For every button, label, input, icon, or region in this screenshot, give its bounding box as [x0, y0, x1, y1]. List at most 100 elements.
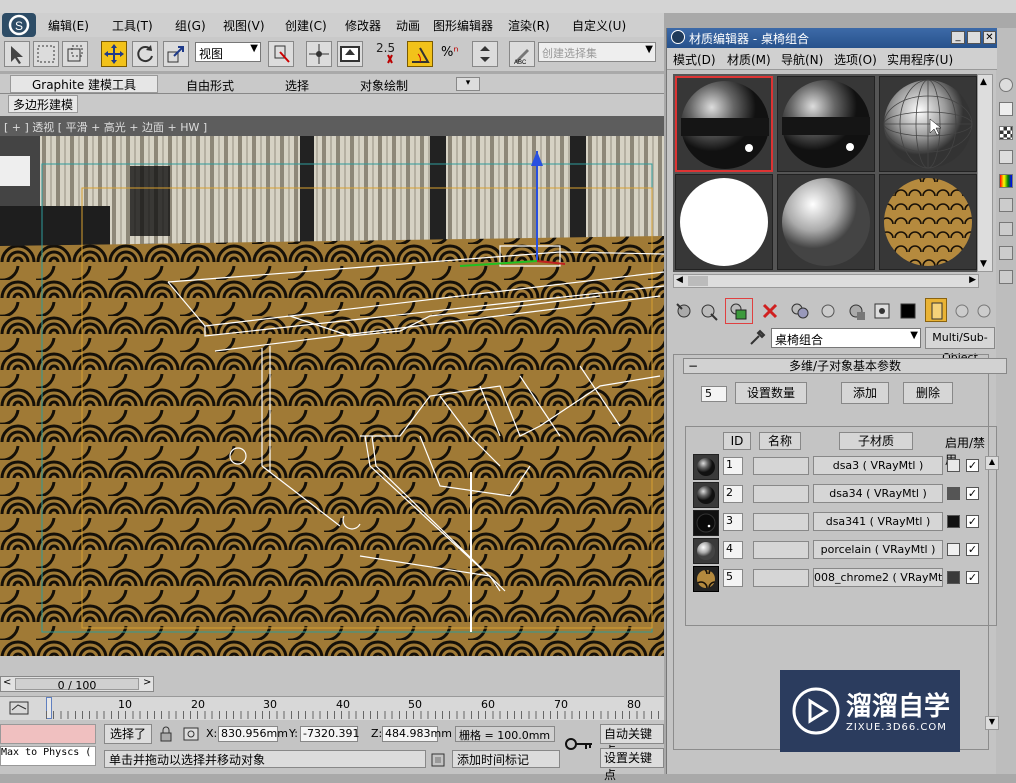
- tab-graphite-modeling[interactable]: Graphite 建模工具: [10, 75, 158, 93]
- time-slider-next-icon[interactable]: >: [143, 677, 151, 688]
- pick-material-eyedropper-icon[interactable]: [747, 328, 767, 348]
- minimize-icon[interactable]: _: [951, 31, 965, 44]
- menu-mode[interactable]: 模式(D): [673, 51, 716, 68]
- sort-by-name-button[interactable]: 名称: [759, 432, 801, 450]
- sample-slot-1[interactable]: [675, 76, 773, 172]
- spinner-snap-icon[interactable]: [472, 41, 498, 67]
- menu-group[interactable]: 组(G): [175, 17, 206, 34]
- submaterial-3-color-swatch[interactable]: [947, 515, 960, 528]
- add-button[interactable]: 添加: [841, 382, 889, 404]
- submaterial-5-id[interactable]: 5: [723, 569, 743, 587]
- sample-slots-vscroll[interactable]: ▲ ▼: [977, 74, 993, 272]
- snaps-toggle[interactable]: 2.5: [374, 39, 402, 67]
- submaterial-2-color-swatch[interactable]: [947, 487, 960, 500]
- pivot-center-icon[interactable]: [268, 41, 294, 67]
- submaterial-1-name-field[interactable]: [753, 457, 809, 475]
- delete-button[interactable]: 删除: [903, 382, 953, 404]
- maxscript-mini-listener-top[interactable]: [0, 724, 96, 744]
- menu-customize[interactable]: 自定义(U): [572, 17, 626, 34]
- submaterial-1-enable-checkbox[interactable]: ✓: [966, 459, 979, 472]
- submaterial-4-id[interactable]: 4: [723, 541, 743, 559]
- material-type-button[interactable]: Multi/Sub-Object: [925, 327, 995, 364]
- rollout-header[interactable]: − 多维/子对象基本参数: [683, 358, 1007, 374]
- submaterial-2-enable-checkbox[interactable]: ✓: [966, 487, 979, 500]
- menu-material[interactable]: 材质(M): [727, 51, 771, 68]
- menu-navigation[interactable]: 导航(N): [781, 51, 823, 68]
- sample-slot-6[interactable]: [879, 174, 977, 270]
- sort-by-id-button[interactable]: ID: [723, 432, 751, 450]
- submaterial-1-preview[interactable]: [693, 454, 719, 480]
- scroll-up-icon[interactable]: ▲: [980, 77, 987, 87]
- menu-create[interactable]: 创建(C): [285, 17, 327, 34]
- window-crossing-icon[interactable]: [62, 41, 88, 67]
- submaterial-3-preview[interactable]: [693, 510, 719, 536]
- close-icon[interactable]: ✕: [983, 31, 996, 44]
- time-slider-thumb[interactable]: 0 / 100: [15, 678, 139, 692]
- video-color-check-icon[interactable]: [999, 174, 1013, 188]
- sample-slot-5[interactable]: [777, 174, 875, 270]
- menu-tools[interactable]: 工具(T): [112, 17, 153, 34]
- sample-slots-hscroll[interactable]: ◀ ▶: [673, 274, 979, 288]
- submaterial-2-id[interactable]: 2: [723, 485, 743, 503]
- rotate-icon[interactable]: [132, 41, 158, 67]
- named-selection-edit-icon[interactable]: ABC: [509, 41, 535, 67]
- select-object-icon[interactable]: [4, 41, 30, 67]
- scroll-right-icon[interactable]: ▶: [969, 275, 976, 285]
- rect-select-icon[interactable]: [33, 41, 59, 67]
- angle-snap-icon[interactable]: [407, 41, 433, 67]
- perspective-viewport[interactable]: [0, 136, 664, 656]
- submaterial-1-id[interactable]: 1: [723, 457, 743, 475]
- tab-polygon-modeling[interactable]: 多边形建模: [8, 95, 78, 113]
- material-name-dropdown[interactable]: 桌椅组合 ▼: [771, 328, 921, 348]
- menu-graph-editors[interactable]: 图形编辑器: [433, 17, 493, 34]
- app-logo-icon[interactable]: S: [2, 13, 36, 37]
- select-move-icon[interactable]: [101, 41, 127, 67]
- set-number-button[interactable]: 设置数量: [735, 382, 807, 404]
- scroll-left-icon[interactable]: ◀: [676, 275, 683, 285]
- menu-options[interactable]: 选项(O): [834, 51, 877, 68]
- submaterial-4-preview[interactable]: [693, 538, 719, 564]
- submaterial-3-button[interactable]: dsa341 ( VRayMtl ): [813, 512, 943, 531]
- show-map-in-viewport-icon[interactable]: [897, 300, 919, 322]
- set-key-button[interactable]: 设置关键点: [600, 748, 664, 782]
- submaterial-list-scroll-up-icon[interactable]: ▲: [985, 456, 999, 470]
- tab-freeform[interactable]: 自由形式: [186, 77, 234, 94]
- sample-slot-3[interactable]: [879, 76, 977, 172]
- submaterial-5-color-swatch[interactable]: [947, 571, 960, 584]
- go-to-parent-icon[interactable]: [951, 300, 973, 322]
- add-time-tag-icon[interactable]: [430, 752, 446, 768]
- submaterial-4-button[interactable]: porcelain ( VRayMtl ): [813, 540, 943, 559]
- hscroll-thumb[interactable]: [688, 276, 708, 286]
- go-forward-to-sibling-icon[interactable]: [973, 300, 995, 322]
- menu-utilities[interactable]: 实用程序(U): [887, 51, 953, 68]
- menu-views[interactable]: 视图(V): [223, 17, 265, 34]
- make-unique-icon[interactable]: [817, 300, 839, 322]
- submaterial-2-button[interactable]: dsa34 ( VRayMtl ): [813, 484, 943, 503]
- scale-icon[interactable]: [163, 41, 189, 67]
- assign-to-selection-icon[interactable]: [725, 298, 753, 324]
- submaterial-3-enable-checkbox[interactable]: ✓: [966, 515, 979, 528]
- z-coordinate-field[interactable]: 484.983mm: [382, 726, 452, 742]
- y-coordinate-field[interactable]: -7320.391: [300, 726, 359, 742]
- menu-modifiers[interactable]: 修改器: [345, 17, 381, 34]
- viewport-label[interactable]: [ + ] 透视 [ 平滑 + 高光 + 边面 + HW ]: [4, 119, 207, 135]
- put-to-library-icon[interactable]: [845, 300, 867, 322]
- menu-edit[interactable]: 编辑(E): [48, 17, 89, 34]
- time-slider[interactable]: < 0 / 100 >: [0, 676, 154, 692]
- selection-lock-icon[interactable]: [158, 726, 174, 742]
- key-mode-icon[interactable]: [564, 732, 594, 756]
- options-icon[interactable]: [999, 222, 1013, 236]
- get-material-icon[interactable]: [673, 300, 695, 322]
- reference-coord-dropdown[interactable]: 视图 ▼: [195, 42, 261, 62]
- submaterial-5-preview[interactable]: [693, 566, 719, 592]
- submaterial-4-name-field[interactable]: [753, 541, 809, 559]
- sample-slot-2[interactable]: [777, 76, 875, 172]
- menu-rendering[interactable]: 渲染(R): [508, 17, 550, 34]
- sample-slot-4[interactable]: [675, 174, 773, 270]
- submaterial-4-color-swatch[interactable]: [947, 543, 960, 556]
- make-material-copy-icon[interactable]: [789, 300, 811, 322]
- named-selection-dropdown[interactable]: 创建选择集 ▼: [538, 42, 656, 62]
- maxscript-mini-listener[interactable]: Max to Physcs (: [0, 746, 96, 766]
- absolute-mode-icon[interactable]: [182, 726, 200, 742]
- submaterial-5-name-field[interactable]: [753, 569, 809, 587]
